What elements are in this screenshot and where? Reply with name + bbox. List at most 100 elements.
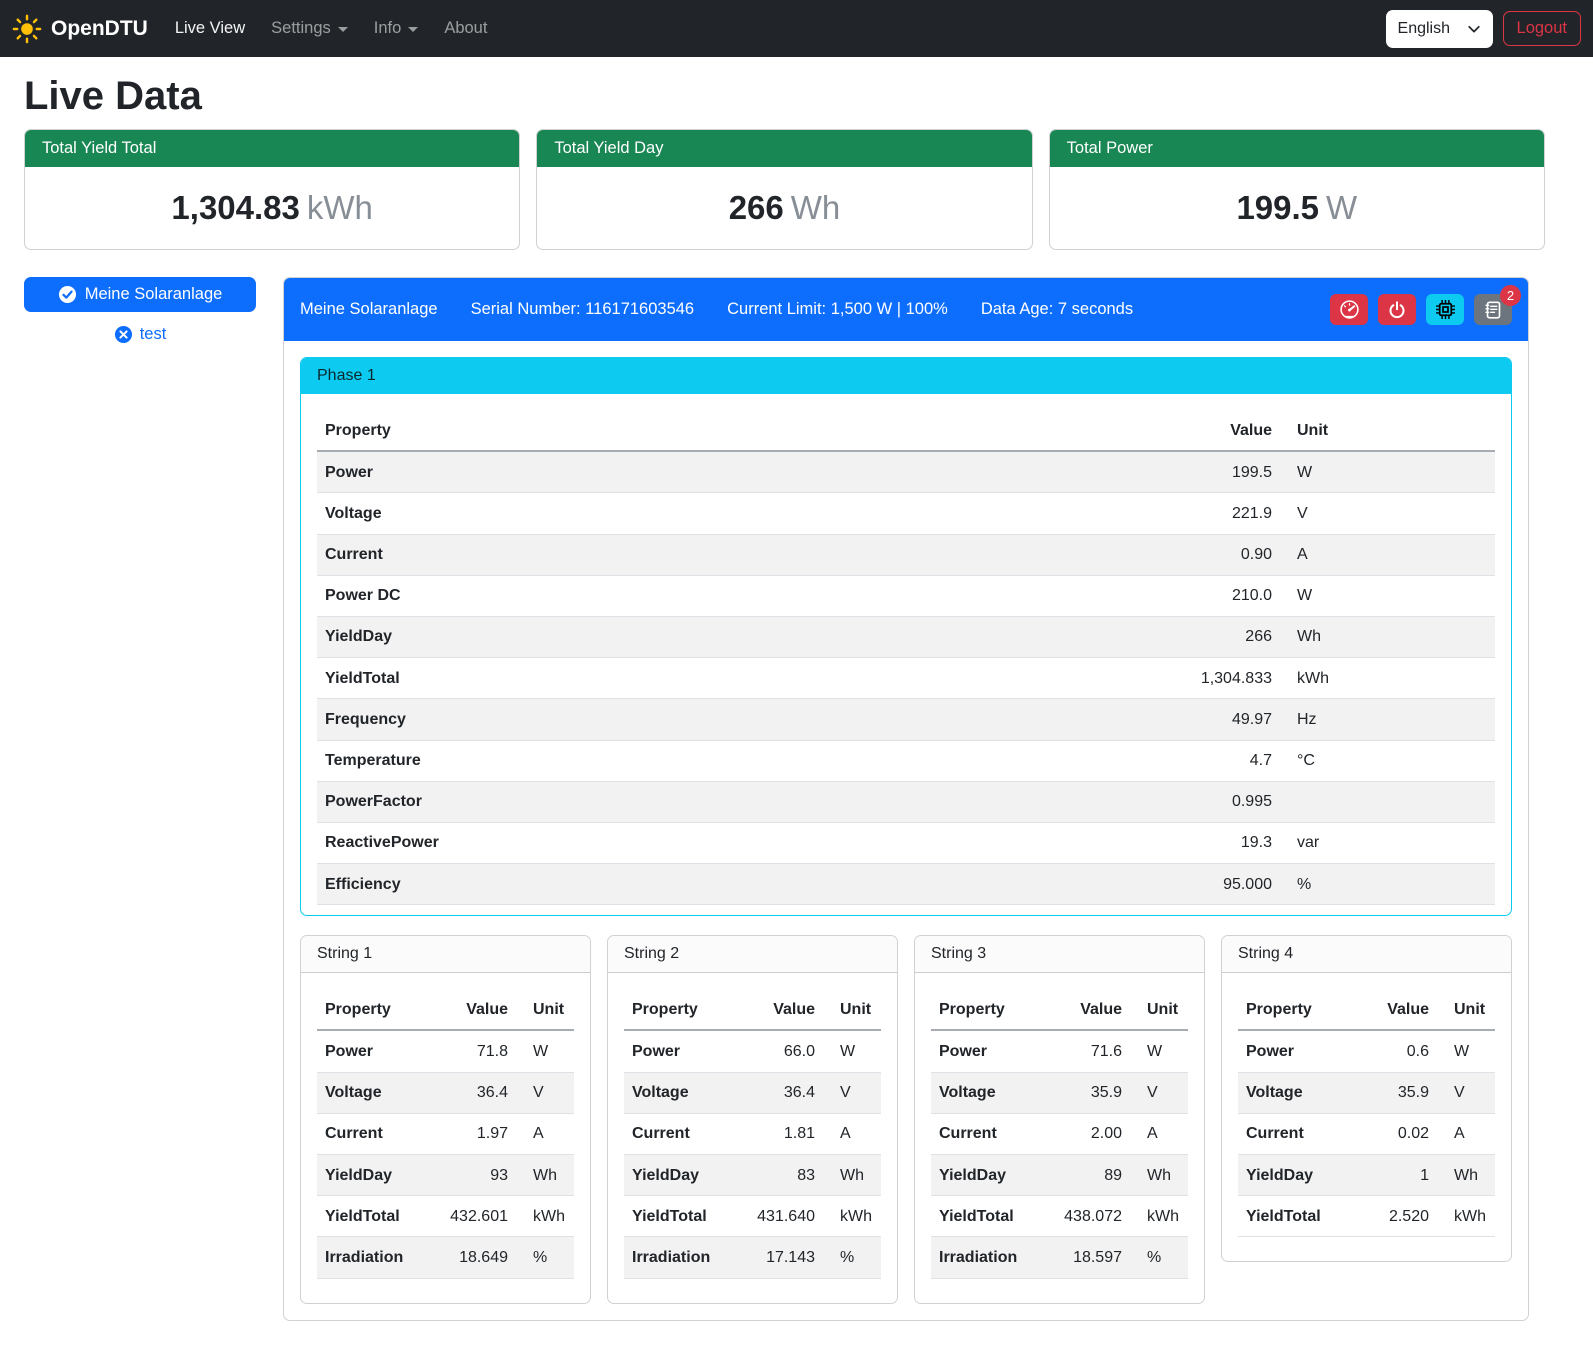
unit-cell: Wh xyxy=(1130,1155,1188,1196)
speedometer-icon xyxy=(1339,299,1360,320)
inverter-name: Meine Solaranlage xyxy=(300,300,438,319)
power-icon xyxy=(1387,300,1407,320)
caret-down-icon xyxy=(338,27,348,32)
string-table: Property Value Unit Power71.6WVoltage35.… xyxy=(931,989,1188,1278)
value-cell: 66.0 xyxy=(735,1030,823,1072)
value-cell: 1.97 xyxy=(428,1113,516,1154)
string-cards: String 1 Property Value Unit Power71.8WV… xyxy=(300,935,1512,1303)
table-row: Power DC210.0W xyxy=(317,575,1495,616)
nav-item-settings[interactable]: Settings xyxy=(258,11,361,46)
phase-card-title: Phase 1 xyxy=(301,358,1511,394)
card-title: Total Yield Total xyxy=(25,130,519,167)
property-cell: Efficiency xyxy=(317,864,1130,905)
property-cell: Irradiation xyxy=(624,1237,735,1278)
table-row: YieldDay83Wh xyxy=(624,1155,881,1196)
table-row: PowerFactor0.995 xyxy=(317,781,1495,822)
unit-column-header: Unit xyxy=(1280,410,1495,451)
value-cell: 1 xyxy=(1349,1155,1437,1196)
table-row: Irradiation18.597% xyxy=(931,1237,1188,1278)
total-yield-total-card: Total Yield Total 1,304.83kWh xyxy=(24,129,520,250)
inverter-select-button[interactable]: Meine Solaranlage xyxy=(24,277,256,312)
unit-cell: kWh xyxy=(516,1196,574,1237)
unit-cell: A xyxy=(1130,1113,1188,1154)
unit-cell: A xyxy=(1437,1113,1495,1154)
table-header-row: Property Value Unit xyxy=(317,410,1495,451)
unit-cell: Wh xyxy=(823,1155,881,1196)
property-cell: Voltage xyxy=(317,1072,428,1113)
unit-column-header: Unit xyxy=(1130,989,1188,1030)
property-cell: YieldTotal xyxy=(1238,1196,1349,1237)
nav-item-live-view[interactable]: Live View xyxy=(162,11,258,46)
string-table: Property Value Unit Power0.6WVoltage35.9… xyxy=(1238,989,1495,1237)
nav-item-info[interactable]: Info xyxy=(361,11,432,46)
property-cell: ReactivePower xyxy=(317,822,1130,863)
card-value: 199.5 xyxy=(1236,189,1319,226)
string-table: Property Value Unit Power66.0WVoltage36.… xyxy=(624,989,881,1278)
inverter-sidebar: Meine Solaranlage test xyxy=(24,277,256,344)
value-cell: 95.000 xyxy=(1130,864,1280,905)
nav-links: Live View Settings Info About xyxy=(162,11,501,46)
table-row: YieldTotal431.640kWh xyxy=(624,1196,881,1237)
power-button[interactable] xyxy=(1378,294,1416,325)
value-column-header: Value xyxy=(1349,989,1437,1030)
unit-cell: W xyxy=(1280,575,1495,616)
value-cell: 2.520 xyxy=(1349,1196,1437,1237)
unit-cell: % xyxy=(1280,864,1495,905)
table-row: Current1.97A xyxy=(317,1113,574,1154)
caret-down-icon xyxy=(408,27,418,32)
unit-cell: °C xyxy=(1280,740,1495,781)
unit-cell: W xyxy=(1437,1030,1495,1072)
logout-button[interactable]: Logout xyxy=(1503,11,1581,46)
property-cell: Current xyxy=(317,534,1130,575)
value-cell: 18.597 xyxy=(1042,1237,1130,1278)
table-row: YieldDay89Wh xyxy=(931,1155,1188,1196)
value-cell: 2.00 xyxy=(1042,1113,1130,1154)
table-header-row: Property Value Unit xyxy=(624,989,881,1030)
unit-cell: kWh xyxy=(1437,1196,1495,1237)
value-column-header: Value xyxy=(1042,989,1130,1030)
summary-cards: Total Yield Total 1,304.83kWh Total Yiel… xyxy=(24,129,1545,250)
device-info-button[interactable] xyxy=(1426,294,1464,325)
value-cell: 83 xyxy=(735,1155,823,1196)
value-cell: 0.995 xyxy=(1130,781,1280,822)
string-table: Property Value Unit Power71.8WVoltage36.… xyxy=(317,989,574,1278)
page-title: Live Data xyxy=(24,74,1545,119)
property-cell: YieldTotal xyxy=(624,1196,735,1237)
nav-item-about[interactable]: About xyxy=(431,11,500,46)
table-row: Power71.6W xyxy=(931,1030,1188,1072)
unit-cell: W xyxy=(516,1030,574,1072)
inverter-item-test[interactable]: test xyxy=(24,325,256,344)
table-row: Voltage35.9V xyxy=(1238,1072,1495,1113)
table-row: Power199.5W xyxy=(317,451,1495,493)
unit-cell: Wh xyxy=(1280,616,1495,657)
language-select[interactable]: English xyxy=(1386,10,1493,48)
table-row: Frequency49.97Hz xyxy=(317,699,1495,740)
brand[interactable]: OpenDTU xyxy=(12,14,148,44)
property-cell: Voltage xyxy=(931,1072,1042,1113)
value-cell: 432.601 xyxy=(428,1196,516,1237)
language-select-value: English xyxy=(1398,20,1450,38)
property-cell: Current xyxy=(624,1113,735,1154)
limit-settings-button[interactable] xyxy=(1330,294,1368,325)
unit-cell: kWh xyxy=(823,1196,881,1237)
event-log-button[interactable]: 2 xyxy=(1474,294,1512,325)
chevron-down-icon xyxy=(1467,22,1481,36)
unit-cell: V xyxy=(1280,493,1495,534)
property-cell: YieldDay xyxy=(624,1155,735,1196)
property-column-header: Property xyxy=(624,989,735,1030)
card-title: Total Yield Day xyxy=(537,130,1031,167)
unit-cell: Wh xyxy=(516,1155,574,1196)
table-row: Current0.02A xyxy=(1238,1113,1495,1154)
total-yield-day-card: Total Yield Day 266Wh xyxy=(536,129,1032,250)
property-column-header: Property xyxy=(317,989,428,1030)
card-value: 266 xyxy=(729,189,784,226)
property-cell: YieldDay xyxy=(317,616,1130,657)
table-row: Power71.8W xyxy=(317,1030,574,1072)
table-row: YieldDay93Wh xyxy=(317,1155,574,1196)
table-header-row: Property Value Unit xyxy=(317,989,574,1030)
unit-cell: V xyxy=(823,1072,881,1113)
unit-cell: V xyxy=(516,1072,574,1113)
table-row: Current2.00A xyxy=(931,1113,1188,1154)
value-cell: 438.072 xyxy=(1042,1196,1130,1237)
inverter-card: Meine Solaranlage Serial Number: 1161716… xyxy=(283,277,1529,1321)
